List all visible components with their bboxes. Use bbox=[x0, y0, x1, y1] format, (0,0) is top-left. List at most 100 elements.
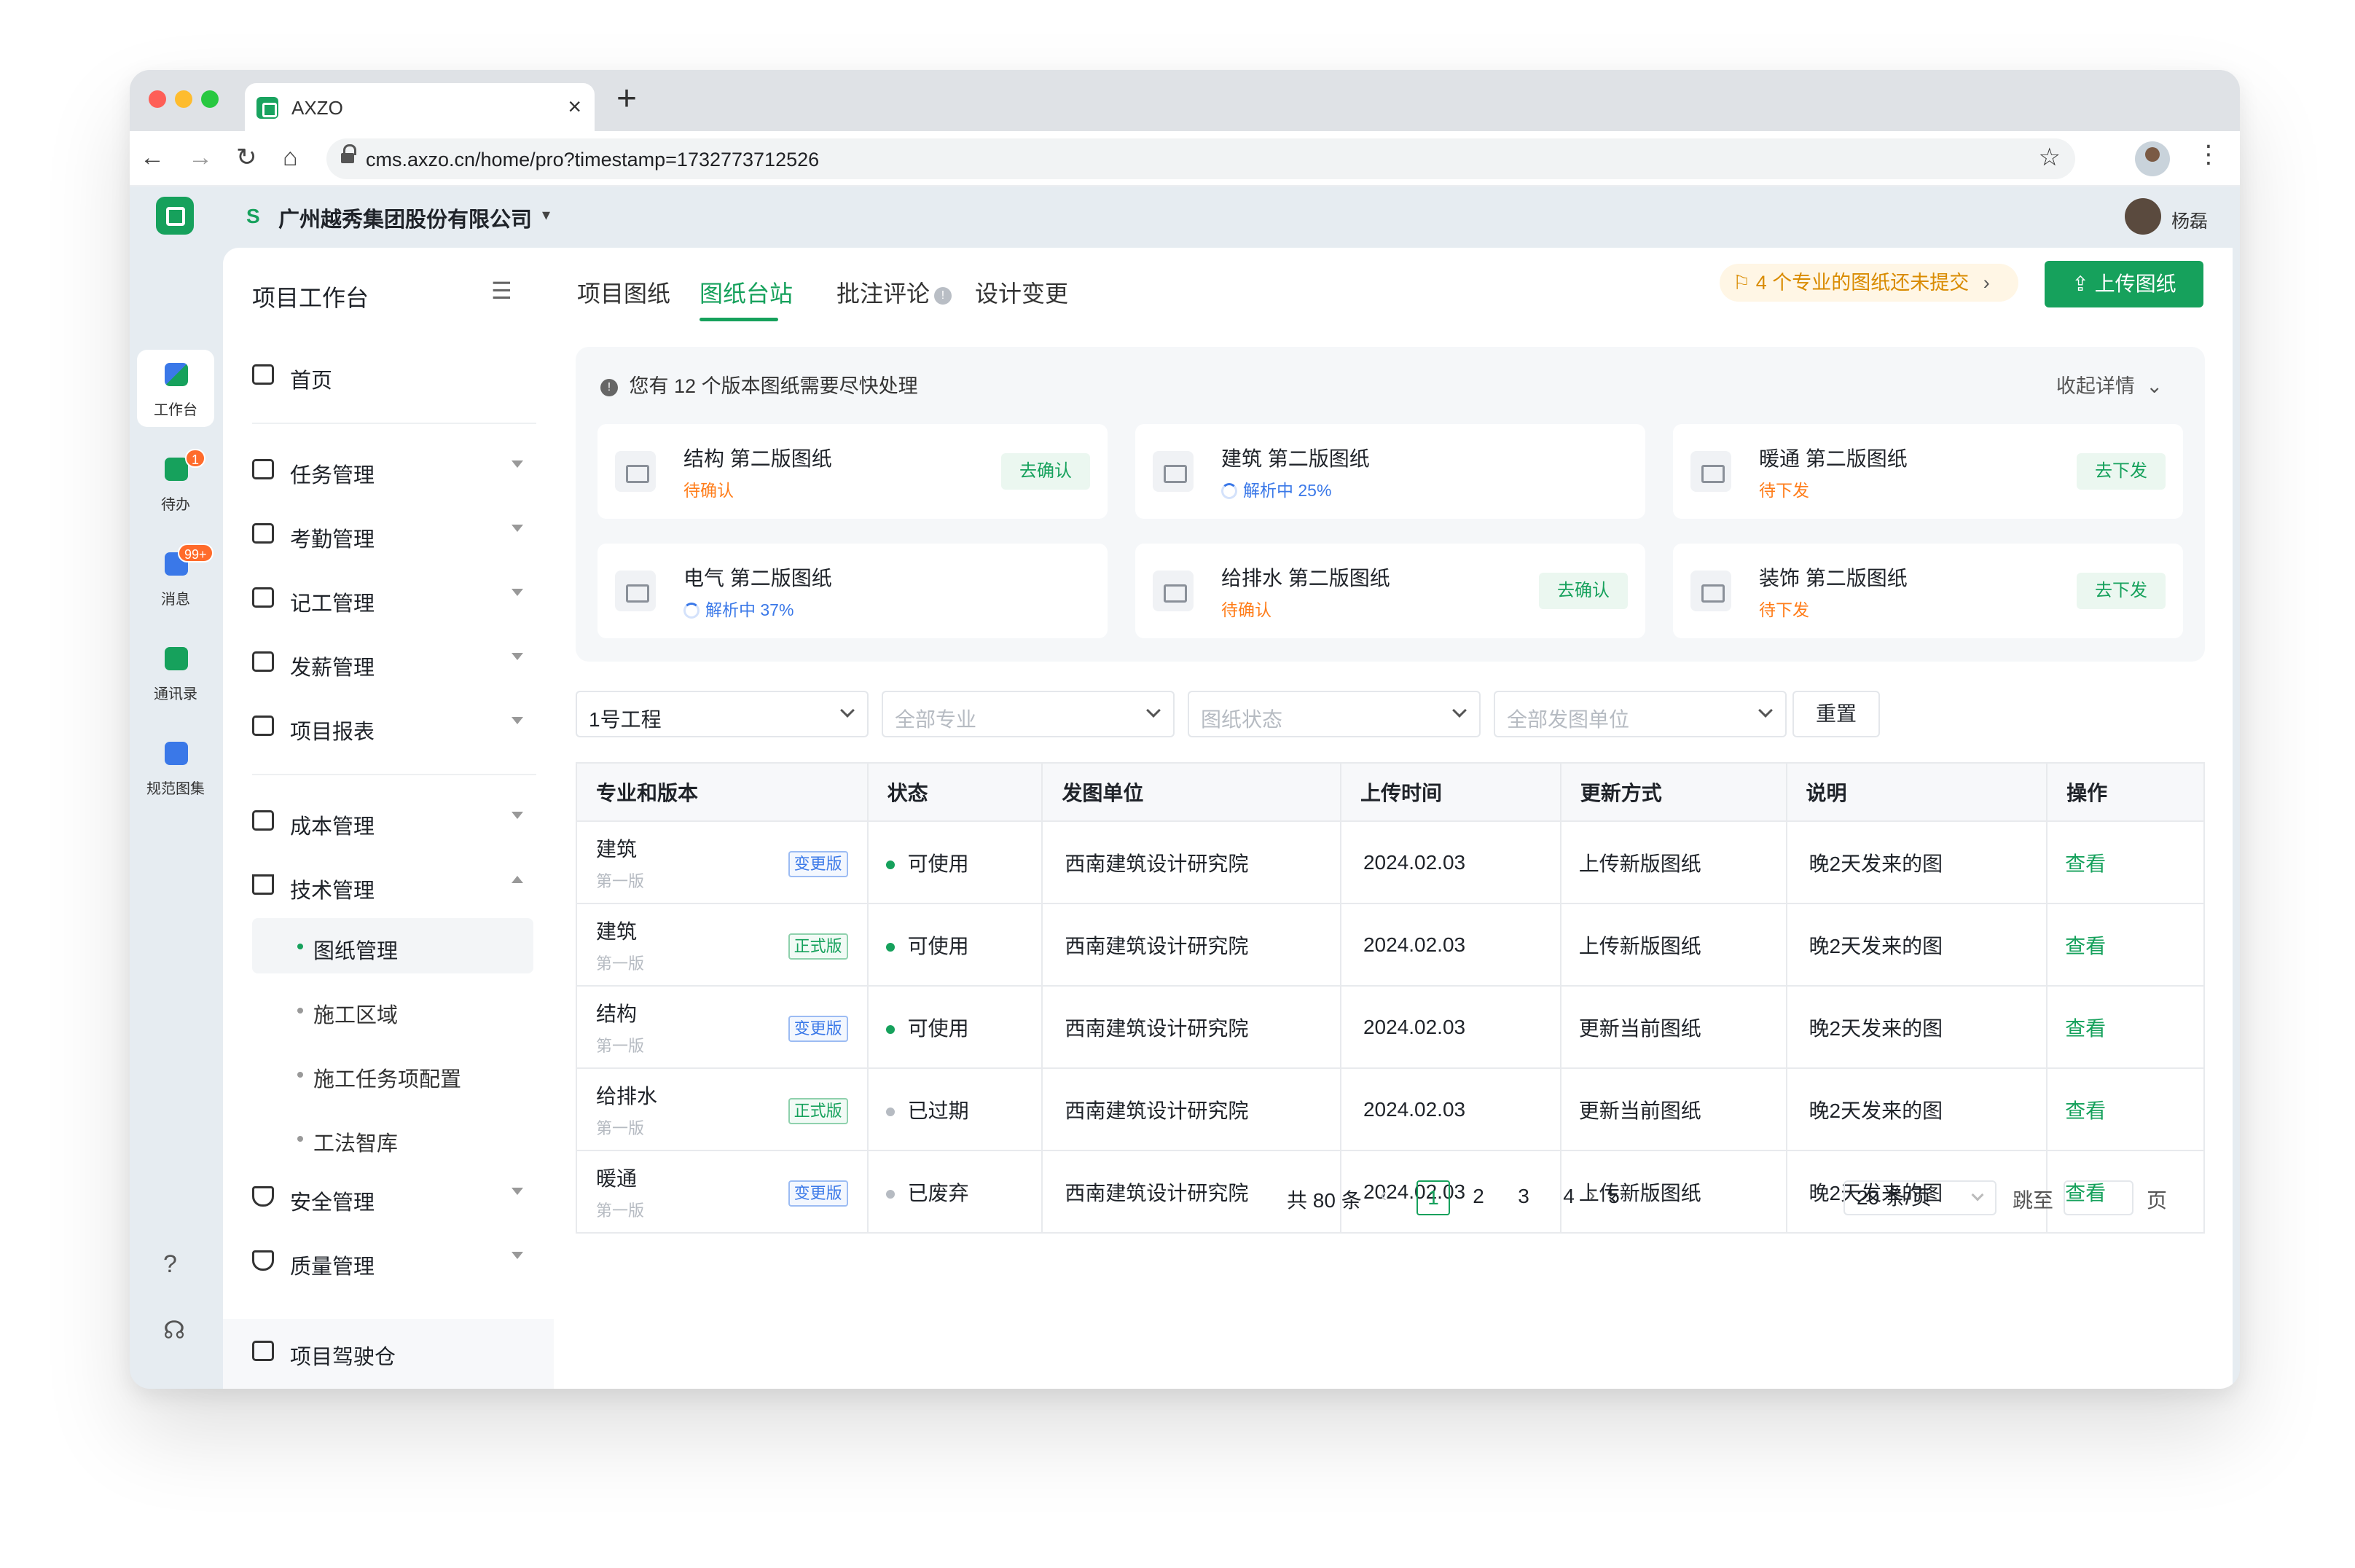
sidebar-item-worklog[interactable]: 记工管理 bbox=[252, 571, 536, 624]
status-dot bbox=[885, 1190, 895, 1199]
pagination-page[interactable]: 2 bbox=[1462, 1180, 1495, 1215]
page-size-select[interactable]: 20 条/页 bbox=[1843, 1180, 1997, 1215]
pagination-next-icon[interactable]: › bbox=[1588, 1183, 1595, 1207]
tab-close-icon[interactable]: × bbox=[568, 93, 581, 120]
version-card[interactable]: 建筑 第二版图纸 解析中 25% bbox=[1135, 424, 1645, 519]
folder-icon bbox=[615, 571, 656, 611]
user-avatar[interactable] bbox=[2125, 198, 2161, 235]
card-action-button[interactable]: 去下发 bbox=[2077, 573, 2166, 609]
chevron-down-icon bbox=[512, 589, 523, 596]
sidebar-subitem-areas[interactable]: 施工区域 bbox=[252, 982, 533, 1038]
version-tag: 正式版 bbox=[788, 933, 848, 960]
sidebar-subitem-methods[interactable]: 工法智库 bbox=[252, 1110, 533, 1166]
filter-select[interactable]: 图纸状态 bbox=[1188, 691, 1481, 737]
version-card[interactable]: 给排水 第二版图纸 待确认 去确认 bbox=[1135, 544, 1645, 638]
company-dropdown-icon[interactable]: ▾ bbox=[542, 205, 550, 224]
forward-icon[interactable]: → bbox=[188, 143, 213, 172]
sidebar-item-attendance[interactable]: 考勤管理 bbox=[252, 507, 536, 560]
version-card[interactable]: 暖通 第二版图纸 待下发 去下发 bbox=[1673, 424, 2183, 519]
browser-tab[interactable]: AXZO × bbox=[245, 83, 595, 131]
filter-select[interactable]: 1号工程 bbox=[576, 691, 869, 737]
sidebar-item-home[interactable]: 首页 bbox=[252, 348, 536, 401]
sidebar-item-technical[interactable]: 技术管理 bbox=[252, 858, 536, 911]
new-tab-icon[interactable]: + bbox=[616, 82, 637, 117]
browser-menu-icon[interactable]: ⋮ bbox=[2196, 140, 2221, 169]
sidebar-item-label: 记工管理 bbox=[290, 592, 375, 616]
filter-select[interactable]: 全部专业 bbox=[882, 691, 1175, 737]
rail-item-todo[interactable]: 1 待办 bbox=[137, 444, 214, 522]
pagination-page[interactable]: 5 bbox=[1597, 1180, 1631, 1215]
collapse-details-toggle[interactable]: 收起详情 ⌄ bbox=[2056, 370, 2163, 399]
bookmark-star-icon[interactable]: ☆ bbox=[2039, 143, 2061, 172]
company-name[interactable]: 广州越秀集团股份有限公司 bbox=[278, 203, 532, 233]
view-link[interactable]: 查看 bbox=[2065, 935, 2106, 957]
tab-design-changes[interactable]: 设计变更 bbox=[975, 275, 1068, 309]
cell-upload-time: 2024.02.03 bbox=[1339, 985, 1561, 1069]
folder-icon bbox=[1153, 571, 1194, 611]
card-action-button[interactable]: 去确认 bbox=[1539, 573, 1628, 609]
chevron-down-icon bbox=[1971, 1188, 1984, 1202]
browser-tab-bar: AXZO × + bbox=[130, 70, 2240, 131]
sidebar-item-cost[interactable]: 成本管理 bbox=[252, 794, 536, 847]
card-action-button[interactable]: 去下发 bbox=[2077, 453, 2166, 490]
view-link[interactable]: 查看 bbox=[2065, 852, 2106, 875]
window-zoom-dot[interactable] bbox=[201, 90, 219, 108]
sidebar-item-reports[interactable]: 项目报表 bbox=[252, 699, 536, 752]
version-card[interactable]: 结构 第二版图纸 待确认 去确认 bbox=[597, 424, 1108, 519]
sidebar-subitem-task-config[interactable]: 施工任务项配置 bbox=[252, 1046, 533, 1102]
version-tag: 变更版 bbox=[788, 1180, 848, 1207]
loading-spinner-icon bbox=[683, 603, 700, 619]
sidebar-item-label: 成本管理 bbox=[290, 815, 375, 839]
sidebar-collapse-icon[interactable]: ☰ bbox=[491, 277, 512, 305]
filter-value: 全部专业 bbox=[895, 708, 977, 731]
rail-item-standards[interactable]: 规范图集 bbox=[137, 729, 214, 806]
version-card[interactable]: 电气 第二版图纸 解析中 37% bbox=[597, 544, 1108, 638]
window-close-dot[interactable] bbox=[149, 90, 166, 108]
column-header: 状态 bbox=[866, 762, 1043, 822]
reset-button[interactable]: 重置 bbox=[1792, 691, 1880, 737]
page-jump-input[interactable] bbox=[2064, 1180, 2133, 1215]
rail-item-workbench[interactable]: 工作台 bbox=[137, 350, 214, 427]
window-minimize-dot[interactable] bbox=[175, 90, 192, 108]
back-icon[interactable]: ← bbox=[140, 143, 165, 172]
sidebar-item-quality[interactable]: 质量管理 bbox=[252, 1234, 536, 1287]
pagination-page[interactable]: 4 bbox=[1552, 1180, 1586, 1215]
cell-action: 查看 bbox=[2046, 1067, 2205, 1151]
app-logo-icon[interactable] bbox=[156, 197, 194, 235]
sidebar-item-payroll[interactable]: 发薪管理 bbox=[252, 635, 536, 688]
browser-profile-avatar[interactable] bbox=[2135, 141, 2170, 176]
address-bar[interactable]: cms.axzo.cn/home/pro?timestamp=173277371… bbox=[326, 138, 2075, 179]
table-header-row: 专业和版本 状态 发图单位 上传时间 更新方式 说明 操作 bbox=[576, 762, 2205, 822]
unsubmitted-notice[interactable]: ⚐ 4 个专业的图纸还未提交 › bbox=[1720, 264, 2018, 302]
pagination-page[interactable]: 3 bbox=[1507, 1180, 1540, 1215]
home-icon[interactable]: ⌂ bbox=[283, 143, 298, 172]
monitor-icon bbox=[252, 1341, 274, 1361]
sidebar-item-tasks[interactable]: 任务管理 bbox=[252, 443, 536, 495]
view-link[interactable]: 查看 bbox=[2065, 1017, 2106, 1040]
view-link[interactable]: 查看 bbox=[2065, 1099, 2106, 1122]
chevron-down-icon bbox=[512, 717, 523, 724]
filter-select[interactable]: 全部发图单位 bbox=[1494, 691, 1787, 737]
cost-icon bbox=[252, 810, 274, 831]
tab-annotations[interactable]: 批注评论! bbox=[836, 275, 952, 309]
pagination-prev-icon[interactable]: ‹ bbox=[1380, 1183, 1387, 1207]
sidebar-item-cockpit[interactable]: 项目驾驶仓 bbox=[252, 1325, 536, 1377]
rail-item-messages[interactable]: 99+ 消息 bbox=[137, 539, 214, 616]
sidebar-item-safety[interactable]: 安全管理 bbox=[252, 1170, 536, 1223]
sidebar-subitem-drawings[interactable]: 图纸管理 bbox=[252, 918, 533, 973]
customer-service-icon[interactable]: ☊ bbox=[163, 1316, 185, 1345]
upload-drawing-button[interactable]: ⇪ 上传图纸 bbox=[2045, 261, 2203, 307]
user-name[interactable]: 杨磊 bbox=[2171, 207, 2208, 233]
table-row: 给排水 第一版 正式版 已过期 西南建筑设计研究院 2024.02.03 更新当前图纸 晚2天… bbox=[576, 1067, 2205, 1151]
filter-value: 全部发图单位 bbox=[1507, 708, 1630, 731]
sidebar-subitem-label: 施工区域 bbox=[313, 1004, 399, 1027]
help-icon[interactable]: ? bbox=[163, 1250, 177, 1279]
version-card[interactable]: 装饰 第二版图纸 待下发 去下发 bbox=[1673, 544, 2183, 638]
tab-project-drawings[interactable]: 项目图纸 bbox=[577, 275, 670, 309]
tab-drawing-station[interactable]: 图纸台站 bbox=[700, 275, 793, 309]
card-action-button[interactable]: 去确认 bbox=[1001, 453, 1090, 490]
pagination-page[interactable]: 1 bbox=[1416, 1180, 1450, 1215]
rail-item-contacts[interactable]: 通讯录 bbox=[137, 634, 214, 711]
reload-icon[interactable]: ↻ bbox=[236, 143, 257, 172]
cell-discipline: 结构 第一版 变更版 bbox=[576, 985, 869, 1069]
